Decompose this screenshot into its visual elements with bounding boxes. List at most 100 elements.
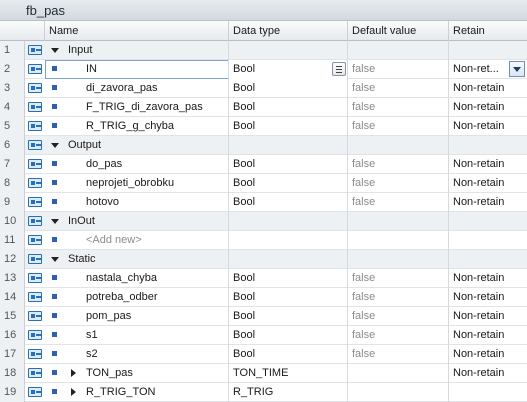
name-cell[interactable]: neprojeti_obrobku: [45, 174, 229, 193]
default-value-cell[interactable]: false: [348, 326, 449, 345]
table-row[interactable]: 5 R_TRIG_g_chyba Bool false Non-retain: [0, 117, 527, 136]
row-number[interactable]: 1: [0, 41, 25, 60]
table-row[interactable]: 6 Output: [0, 136, 527, 155]
name-cell[interactable]: R_TRIG_g_chyba: [45, 117, 229, 136]
data-type-cell[interactable]: Bool: [229, 288, 348, 307]
retain-cell[interactable]: Non-retain: [449, 345, 527, 364]
name-cell[interactable]: Static: [45, 250, 229, 269]
retain-cell[interactable]: Non-retain: [449, 364, 527, 383]
row-number[interactable]: 8: [0, 174, 25, 193]
table-row[interactable]: 9 hotovo Bool false Non-retain: [0, 193, 527, 212]
column-header-data-type[interactable]: Data type: [229, 21, 348, 41]
row-number[interactable]: 5: [0, 117, 25, 136]
default-value-cell[interactable]: false: [348, 155, 449, 174]
type-list-button[interactable]: [332, 62, 346, 76]
data-type-cell[interactable]: Bool: [229, 98, 348, 117]
retain-cell[interactable]: Non-retain: [449, 326, 527, 345]
default-value-cell[interactable]: [348, 364, 449, 383]
default-value-cell[interactable]: false: [348, 269, 449, 288]
retain-cell[interactable]: Non-retain: [449, 155, 527, 174]
name-cell[interactable]: pom_pas: [45, 307, 229, 326]
data-type-cell[interactable]: Bool: [229, 60, 348, 79]
data-type-cell[interactable]: TON_TIME: [229, 364, 348, 383]
table-row[interactable]: 17 s2 Bool false Non-retain: [0, 345, 527, 364]
default-value-cell[interactable]: [348, 136, 449, 155]
name-cell[interactable]: di_zavora_pas: [45, 79, 229, 98]
data-type-cell[interactable]: [229, 231, 348, 250]
row-number[interactable]: 7: [0, 155, 25, 174]
data-type-cell[interactable]: Bool: [229, 345, 348, 364]
default-value-cell[interactable]: false: [348, 60, 449, 79]
name-cell[interactable]: F_TRIG_di_zavora_pas: [45, 98, 229, 117]
default-value-cell[interactable]: false: [348, 117, 449, 136]
expand-arrow-icon[interactable]: [71, 369, 76, 377]
retain-cell[interactable]: [449, 250, 527, 269]
default-value-cell[interactable]: false: [348, 345, 449, 364]
data-type-cell[interactable]: Bool: [229, 269, 348, 288]
row-number[interactable]: 9: [0, 193, 25, 212]
name-cell[interactable]: Output: [45, 136, 229, 155]
default-value-cell[interactable]: [348, 383, 449, 402]
data-type-cell[interactable]: Bool: [229, 193, 348, 212]
name-cell[interactable]: Input: [45, 41, 229, 60]
retain-cell[interactable]: Non-retain: [449, 288, 527, 307]
name-cell[interactable]: do_pas: [45, 155, 229, 174]
retain-cell[interactable]: Non-retain: [449, 174, 527, 193]
row-number[interactable]: 19: [0, 383, 25, 402]
data-type-cell[interactable]: Bool: [229, 155, 348, 174]
name-cell[interactable]: TON_pas: [45, 364, 229, 383]
default-value-cell[interactable]: false: [348, 193, 449, 212]
default-value-cell[interactable]: false: [348, 79, 449, 98]
data-type-cell[interactable]: Bool: [229, 307, 348, 326]
column-header-retain[interactable]: Retain: [449, 21, 527, 41]
retain-cell[interactable]: [449, 212, 527, 231]
data-type-cell[interactable]: [229, 136, 348, 155]
retain-cell[interactable]: Non-retain: [449, 117, 527, 136]
name-cell[interactable]: potreba_odber: [45, 288, 229, 307]
row-number[interactable]: 2: [0, 60, 25, 79]
retain-cell[interactable]: Non-retain: [449, 193, 527, 212]
table-row[interactable]: 3 di_zavora_pas Bool false Non-retain: [0, 79, 527, 98]
table-row[interactable]: 13 nastala_chyba Bool false Non-retain: [0, 269, 527, 288]
retain-cell[interactable]: [449, 231, 527, 250]
row-number[interactable]: 16: [0, 326, 25, 345]
data-type-cell[interactable]: R_TRIG: [229, 383, 348, 402]
data-type-cell[interactable]: [229, 250, 348, 269]
row-number[interactable]: 18: [0, 364, 25, 383]
collapse-arrow-icon[interactable]: [51, 219, 59, 224]
retain-cell[interactable]: Non-retain: [449, 98, 527, 117]
name-cell[interactable]: IN: [45, 60, 229, 79]
retain-dropdown-button[interactable]: [509, 61, 525, 77]
table-row[interactable]: 1 Input: [0, 41, 527, 60]
retain-cell[interactable]: [449, 383, 527, 402]
retain-cell[interactable]: Non-retain: [449, 79, 527, 98]
name-cell[interactable]: hotovo: [45, 193, 229, 212]
table-row[interactable]: 14 potreba_odber Bool false Non-retain: [0, 288, 527, 307]
column-header-default-value[interactable]: Default value: [348, 21, 449, 41]
row-number[interactable]: 4: [0, 98, 25, 117]
row-number[interactable]: 10: [0, 212, 25, 231]
table-row[interactable]: 18 TON_pas TON_TIME Non-retain: [0, 364, 527, 383]
row-number[interactable]: 14: [0, 288, 25, 307]
row-number[interactable]: 15: [0, 307, 25, 326]
name-cell[interactable]: InOut: [45, 212, 229, 231]
collapse-arrow-icon[interactable]: [51, 143, 59, 148]
name-edit-field[interactable]: [45, 60, 228, 79]
default-value-cell[interactable]: [348, 41, 449, 60]
row-number[interactable]: 13: [0, 269, 25, 288]
retain-cell[interactable]: [449, 136, 527, 155]
data-type-cell[interactable]: Bool: [229, 79, 348, 98]
row-number[interactable]: 6: [0, 136, 25, 155]
data-type-cell[interactable]: [229, 212, 348, 231]
default-value-cell[interactable]: [348, 212, 449, 231]
table-row[interactable]: 10 InOut: [0, 212, 527, 231]
retain-cell[interactable]: [449, 41, 527, 60]
row-number[interactable]: 3: [0, 79, 25, 98]
name-cell[interactable]: R_TRIG_TON: [45, 383, 229, 402]
name-cell[interactable]: s2: [45, 345, 229, 364]
column-header-name[interactable]: Name: [45, 21, 229, 41]
data-type-cell[interactable]: Bool: [229, 174, 348, 193]
data-type-cell[interactable]: Bool: [229, 326, 348, 345]
table-row[interactable]: 4 F_TRIG_di_zavora_pas Bool false Non-retain: [0, 98, 527, 117]
table-row[interactable]: 7 do_pas Bool false Non-retain: [0, 155, 527, 174]
